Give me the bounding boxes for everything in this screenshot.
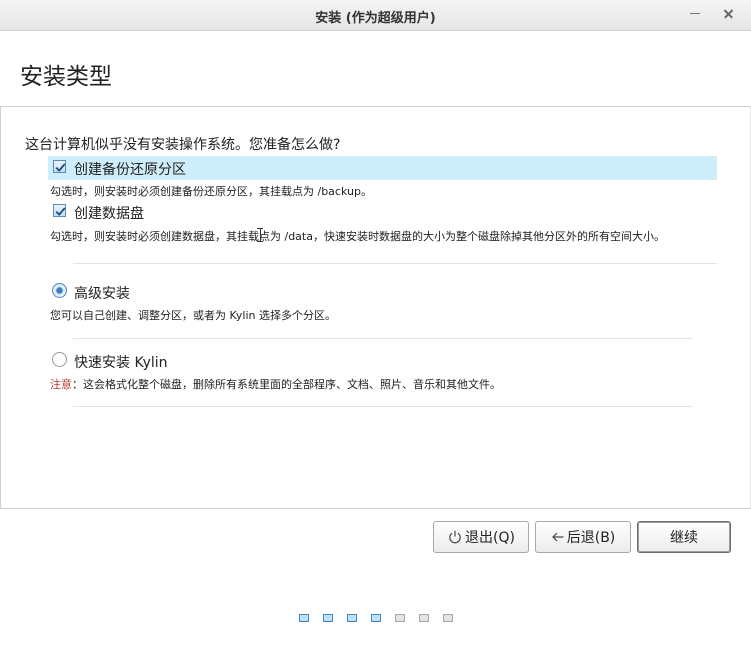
step-dot [371, 614, 381, 622]
arrow-left-icon [551, 530, 565, 544]
page-title: 安装类型 [20, 64, 112, 90]
step-dot [443, 614, 453, 622]
advanced-install-description: 您可以自己创建、调整分区，或者为 Kylin 选择多个分区。 [50, 309, 336, 322]
backup-partition-label: 创建备份还原分区 [74, 162, 186, 178]
divider [73, 338, 693, 339]
divider [73, 406, 693, 407]
quit-button[interactable]: 退出(Q) [433, 521, 529, 553]
data-disk-checkbox[interactable] [53, 204, 66, 217]
back-button[interactable]: 后退(B) [535, 521, 631, 553]
warning-text: ：这会格式化整个磁盘，删除所有系统里面的全部程序、文档、照片、音乐和其他文件。 [72, 378, 501, 391]
step-dot [395, 614, 405, 622]
checkmark-icon [55, 163, 66, 172]
step-dot [419, 614, 429, 622]
continue-button[interactable]: 继续 [637, 521, 731, 553]
power-icon [447, 529, 463, 545]
backup-partition-option[interactable]: 创建备份还原分区 [48, 156, 717, 180]
divider [73, 263, 717, 264]
window-title: 安装 (作为超级用户) [315, 11, 436, 26]
install-question: 这台计算机似乎没有安装操作系统。您准备怎么做? [25, 137, 341, 153]
data-disk-description: 勾选时，则安装时必须创建数据盘，其挂载点为 /data，快速安装时数据盘的大小为… [50, 230, 665, 243]
quick-install-description: 注意：这会格式化整个磁盘，删除所有系统里面的全部程序、文档、照片、音乐和其他文件… [50, 376, 501, 392]
step-dot [323, 614, 333, 622]
close-icon[interactable] [718, 4, 740, 24]
quick-install-label[interactable]: 快速安装 Kylin [74, 352, 168, 372]
step-dot [299, 614, 309, 622]
warning-label: 注意 [50, 378, 72, 391]
checkmark-icon [55, 207, 66, 216]
quick-install-radio[interactable] [52, 352, 67, 367]
advanced-install-label[interactable]: 高级安装 [74, 283, 130, 303]
step-dot [347, 614, 357, 622]
text-cursor-icon [257, 228, 263, 242]
title-bar: 安装 (作为超级用户) [0, 0, 751, 31]
quit-button-label: 退出(Q) [465, 530, 515, 546]
data-disk-option[interactable]: 创建数据盘 [48, 200, 717, 224]
back-button-label: 后退(B) [566, 530, 616, 546]
advanced-install-radio[interactable] [52, 283, 67, 298]
data-disk-label: 创建数据盘 [74, 206, 144, 222]
backup-partition-description: 勾选时，则安装时必须创建备份还原分区，其挂载点为 /backup。 [50, 185, 372, 198]
minimize-icon[interactable] [685, 4, 707, 24]
backup-partition-checkbox[interactable] [53, 160, 66, 173]
continue-button-label: 继续 [670, 530, 698, 546]
